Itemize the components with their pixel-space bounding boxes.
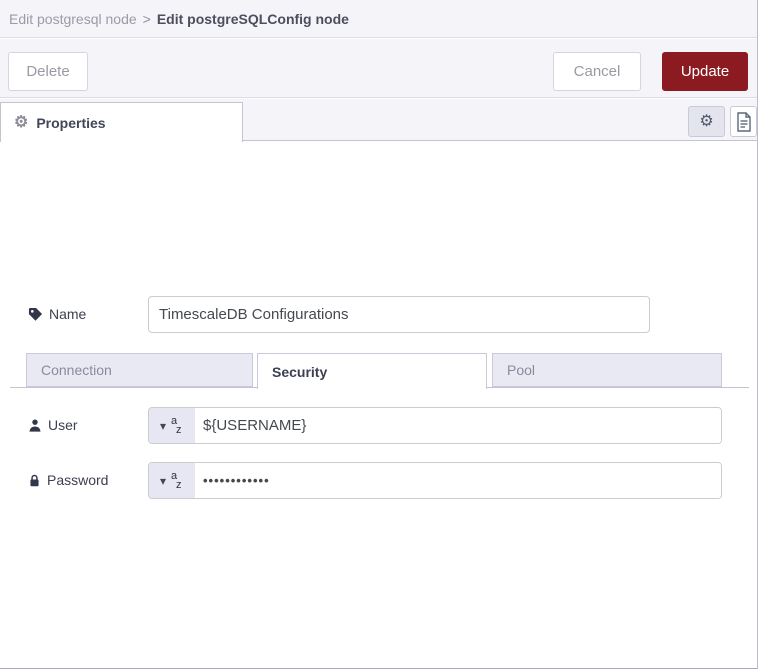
button-tray: Delete Cancel Update	[0, 39, 757, 98]
user-input[interactable]	[195, 408, 721, 443]
password-field-label: Password	[28, 472, 108, 488]
tab-security[interactable]: Security	[257, 353, 487, 389]
node-description-button[interactable]	[730, 106, 757, 137]
update-button[interactable]: Update	[662, 52, 748, 91]
config-tabset: Connection Security Pool	[10, 353, 749, 389]
breadcrumb-separator: >	[142, 10, 151, 27]
tab-properties[interactable]: ⚙ Properties	[0, 102, 243, 142]
edit-config-node-panel: Edit postgresql node > Edit postgreSQLCo…	[0, 0, 758, 669]
breadcrumb: Edit postgresql node > Edit postgreSQLCo…	[0, 0, 757, 38]
delete-button[interactable]: Delete	[8, 52, 88, 91]
node-settings-button[interactable]: ⚙	[688, 106, 725, 137]
password-input[interactable]	[195, 463, 721, 498]
name-field-label: Name	[28, 306, 86, 322]
password-type-select-button[interactable]: ▾ a z	[149, 463, 195, 498]
gear-icon: ⚙	[14, 113, 29, 131]
cancel-button[interactable]: Cancel	[553, 52, 641, 91]
tag-icon	[28, 307, 43, 321]
chevron-down-icon: ▾	[159, 473, 167, 488]
user-type-select-button[interactable]: ▾ a z	[149, 408, 195, 443]
user-typed-input: ▾ a z	[148, 407, 722, 444]
edit-form: Name Connection Security Pool User ▾ a z	[0, 141, 757, 668]
tab-pool[interactable]: Pool	[492, 353, 722, 387]
string-type-icon: a z	[171, 469, 182, 491]
string-type-icon: a z	[171, 414, 182, 436]
password-typed-input: ▾ a z	[148, 462, 722, 499]
user-label-text: User	[48, 417, 78, 433]
breadcrumb-current: Edit postgreSQLConfig node	[156, 10, 349, 27]
gear-icon: ⚙	[699, 112, 714, 130]
breadcrumb-parent-link[interactable]: Edit postgresql node	[9, 11, 137, 27]
name-input[interactable]	[148, 296, 650, 333]
editor-tabbar: ⚙ Properties ⚙	[0, 99, 757, 142]
lock-icon	[30, 474, 39, 486]
password-label-text: Password	[47, 472, 109, 488]
user-field-label: User	[28, 417, 78, 433]
chevron-down-icon: ▾	[159, 418, 167, 433]
tab-properties-label: Properties	[36, 114, 106, 131]
tab-connection[interactable]: Connection	[26, 353, 253, 387]
user-icon	[29, 418, 41, 432]
name-label-text: Name	[49, 306, 87, 322]
document-icon	[736, 111, 751, 132]
